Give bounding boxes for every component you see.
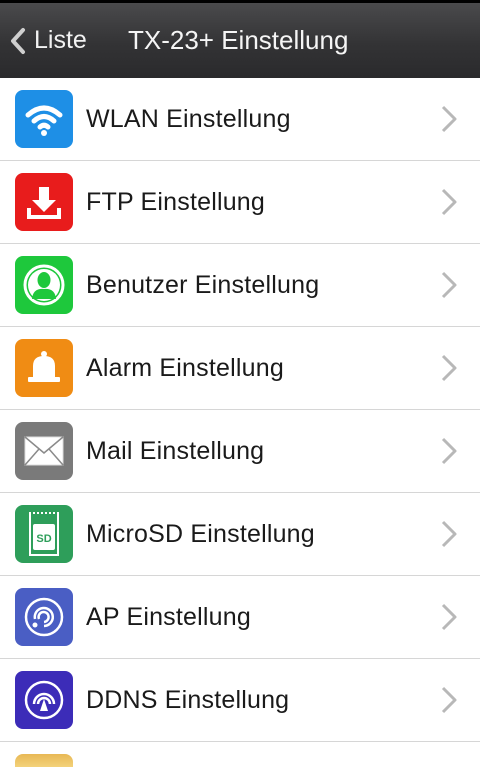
chevron-left-icon [11,27,25,54]
back-button[interactable]: Liste [8,3,87,78]
sd-card-icon: SD [15,505,73,563]
chevron-right-icon [441,520,457,548]
chevron-right-icon [441,105,457,133]
chevron-right-icon [441,437,457,465]
settings-item-label: Benutzer Einstellung [86,270,320,299]
partial-next-item-icon[interactable] [15,754,73,767]
chevron-right-icon [441,188,457,216]
settings-item-user[interactable]: Benutzer Einstellung [0,244,480,327]
nav-bar: Liste TX-23+ Einstellung [0,0,480,78]
ddns-icon [15,671,73,729]
settings-item-label: Alarm Einstellung [86,353,284,382]
settings-item-label: WLAN Einstellung [86,104,291,133]
chevron-right-icon [441,603,457,631]
access-point-icon [15,588,73,646]
chevron-right-icon [441,271,457,299]
page-title: TX-23+ Einstellung [128,25,349,55]
svg-text:SD: SD [36,533,51,545]
chevron-right-icon [441,686,457,714]
settings-item-wlan[interactable]: WLAN Einstellung [0,78,480,161]
bell-icon [15,339,73,397]
settings-item-microsd[interactable]: SD MicroSD Einstellung [0,493,480,576]
download-icon [15,173,73,231]
user-icon [15,256,73,314]
settings-item-ddns[interactable]: DDNS Einstellung [0,659,480,742]
settings-item-label: AP Einstellung [86,602,251,631]
settings-list: WLAN Einstellung FTP Einstellung Benutze… [0,78,480,742]
settings-item-ap[interactable]: AP Einstellung [0,576,480,659]
settings-item-label: FTP Einstellung [86,187,266,216]
settings-item-alarm[interactable]: Alarm Einstellung [0,327,480,410]
envelope-icon [15,422,73,480]
settings-item-label: Mail Einstellung [86,436,265,465]
settings-item-ftp[interactable]: FTP Einstellung [0,161,480,244]
settings-item-label: DDNS Einstellung [86,685,290,714]
wifi-icon [15,90,73,148]
settings-item-label: MicroSD Einstellung [86,519,315,548]
back-label: Liste [34,26,87,54]
settings-item-mail[interactable]: Mail Einstellung [0,410,480,493]
chevron-right-icon [441,354,457,382]
